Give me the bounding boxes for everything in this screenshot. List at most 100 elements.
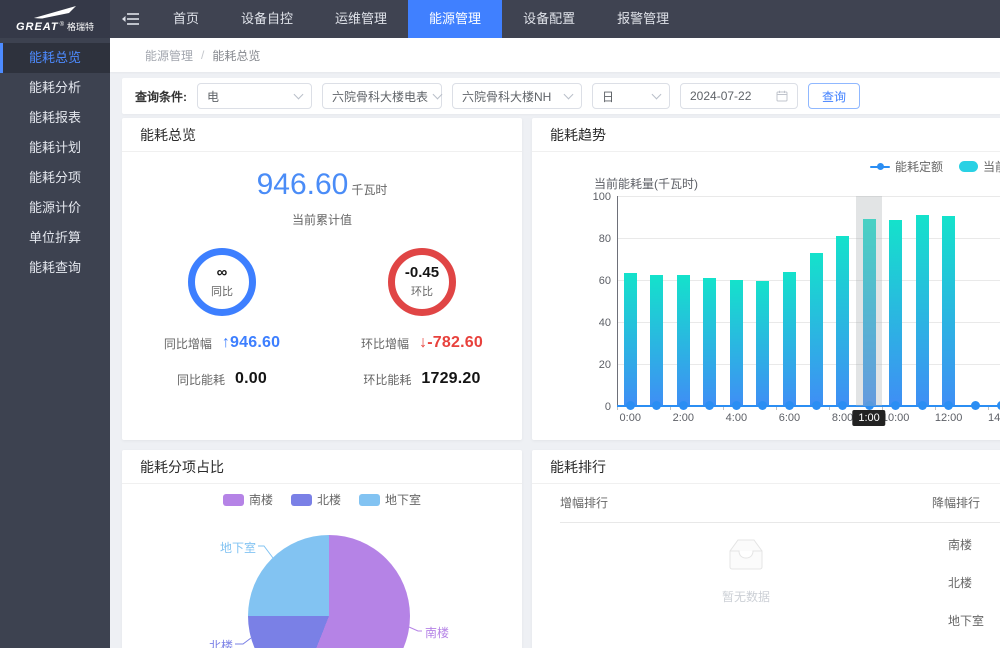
pie-legend-item-南楼[interactable]: 南楼 — [223, 491, 273, 508]
pie-legend-label: 地下室 — [385, 491, 421, 508]
page-content: 查询条件: 电 六院骨科大楼电表 六院骨科大楼NH 日 2024-07-22 查询 能… — [110, 72, 1000, 648]
query-select-3[interactable]: 日 — [592, 83, 670, 109]
bar-4:00[interactable] — [730, 280, 743, 406]
bar-7:00[interactable] — [810, 253, 823, 406]
quota-dot — [652, 401, 661, 410]
chevron-down-icon — [433, 89, 443, 99]
breadcrumb: 能源管理 / 能耗总览 — [110, 38, 1000, 72]
x-tick-label: 12:00 — [935, 412, 963, 424]
bar-0:00[interactable] — [624, 273, 637, 406]
sidebar-item-能耗报表[interactable]: 能耗报表 — [0, 103, 110, 133]
query-select-2[interactable]: 六院骨科大楼NH — [452, 83, 582, 109]
sidebar: 能耗总览能耗分析能耗报表能耗计划能耗分项能源计价单位折算能耗查询 — [0, 38, 110, 648]
logo-text: GREAT — [16, 21, 59, 33]
rank-down-column: 降幅排行 南楼北楼地下室 — [932, 494, 1000, 628]
y-axis-title: 当前能耗量(千瓦时) — [594, 175, 698, 192]
x-tick-label: 4:00 — [726, 412, 747, 424]
breadcrumb-separator: / — [201, 48, 204, 62]
chevron-down-icon — [564, 89, 574, 99]
legend-label: 能耗定额 — [895, 158, 943, 175]
nav-item-报警管理[interactable]: 报警管理 — [596, 0, 690, 38]
bar-10:00[interactable] — [889, 220, 902, 406]
divider — [560, 522, 932, 523]
bar-2:00[interactable] — [677, 275, 690, 406]
nav-item-运维管理[interactable]: 运维管理 — [314, 0, 408, 38]
rank-up-header: 增幅排行 — [560, 494, 932, 511]
bar-12:00[interactable] — [942, 216, 955, 406]
quota-dot — [679, 401, 688, 410]
rank-up-column: 增幅排行 暂无数据 — [560, 494, 932, 605]
pie-legend-item-地下室[interactable]: 地下室 — [359, 491, 421, 508]
mom-ring-value: -0.45 — [405, 265, 439, 280]
sidebar-item-能耗分项[interactable]: 能耗分项 — [0, 163, 110, 193]
nav-item-设备配置[interactable]: 设备配置 — [502, 0, 596, 38]
sidebar-item-能耗查询[interactable]: 能耗查询 — [0, 253, 110, 283]
bar-11:00[interactable] — [916, 215, 929, 406]
query-select-1[interactable]: 六院骨科大楼电表 — [322, 83, 442, 109]
bar-6:00[interactable] — [783, 272, 796, 406]
nav-item-设备自控[interactable]: 设备自控 — [220, 0, 314, 38]
line-legend-icon — [870, 166, 890, 168]
bar-3:00[interactable] — [703, 278, 716, 406]
nav-item-能源管理[interactable]: 能源管理 — [408, 0, 502, 38]
breadcrumb-parent[interactable]: 能源管理 — [145, 47, 193, 64]
total-value: 946.60千瓦时 — [122, 168, 522, 202]
y-tick-label: 60 — [579, 275, 611, 287]
trend-panel: 能耗趋势 能耗定额当前能耗 当前能耗量(千瓦时) 020406080100 0:… — [532, 118, 1000, 440]
sidebar-item-能耗分析[interactable]: 能耗分析 — [0, 73, 110, 103]
x-tick-label: 6:00 — [779, 412, 800, 424]
rank-item-南楼: 南楼 — [932, 538, 1000, 552]
quota-dot — [918, 401, 927, 410]
logo-wordmark: GREAT ® 格瑞特 — [16, 20, 94, 33]
select-value: 电 — [207, 88, 219, 105]
query-label: 查询条件: — [135, 88, 187, 105]
rank-panel: 能耗排行 增幅排行 暂无数据 降幅排行 南楼北楼地下室 — [532, 450, 1000, 648]
ratio-rings: ∞ 同比 -0.45 环比 — [122, 248, 522, 316]
yoy-ring: ∞ 同比 — [188, 248, 256, 316]
chevron-down-icon — [652, 89, 662, 99]
bar-8:00[interactable] — [836, 236, 849, 406]
total-value-number: 946.60 — [257, 168, 349, 201]
brand-logo[interactable]: GREAT ® 格瑞特 — [0, 0, 110, 38]
breadcrumb-current: 能耗总览 — [212, 47, 260, 64]
trend-plot[interactable]: 020406080100 — [617, 196, 1000, 406]
topnav-menu: 首页设备自控运维管理能源管理设备配置报警管理 — [152, 0, 690, 38]
x-tick-label: 8:00 — [832, 412, 853, 424]
y-tick-label: 40 — [579, 317, 611, 329]
yoy-ring-label: 同比 — [211, 283, 233, 299]
legend-item-能耗定额[interactable]: 能耗定额 — [870, 158, 943, 175]
bar-5:00[interactable] — [756, 281, 769, 406]
up-arrow-icon: ↑ — [222, 334, 230, 351]
bar-1:00[interactable] — [650, 275, 663, 406]
nav-item-首页[interactable]: 首页 — [152, 0, 220, 38]
mom-growth-value: ↓-782.60 — [419, 334, 483, 352]
quota-dot — [944, 401, 953, 410]
pie-legend-item-北楼[interactable]: 北楼 — [291, 491, 341, 508]
empty-state: 暂无数据 — [560, 536, 932, 605]
rank-down-header: 降幅排行 — [932, 494, 1000, 511]
sidebar-item-能耗计划[interactable]: 能耗计划 — [0, 133, 110, 163]
date-picker[interactable]: 2024-07-22 — [680, 83, 798, 109]
overview-title: 能耗总览 — [122, 118, 522, 152]
sidebar-item-单位折算[interactable]: 单位折算 — [0, 223, 110, 253]
query-select-0[interactable]: 电 — [197, 83, 312, 109]
sidebar-item-能源计价[interactable]: 能源计价 — [0, 193, 110, 223]
calendar-icon — [776, 90, 788, 102]
search-button[interactable]: 查询 — [808, 83, 860, 109]
yoy-growth-label: 同比增幅 — [164, 335, 212, 352]
trend-title: 能耗趋势 — [532, 118, 1000, 152]
pie-chart[interactable] — [248, 535, 410, 648]
y-axis-line — [617, 196, 618, 406]
pie-panel: 能耗分项占比 南楼北楼地下室 地下室 南楼 北楼 — [122, 450, 522, 648]
sidebar-item-能耗总览[interactable]: 能耗总览 — [0, 43, 110, 73]
total-value-caption: 当前累计值 — [122, 211, 522, 228]
x-tick-label: 10:00 — [882, 412, 910, 424]
logo-chinese-name: 格瑞特 — [67, 20, 94, 33]
pie-callout-north: 北楼 — [207, 637, 233, 648]
rank-down-list: 南楼北楼地下室 — [932, 538, 1000, 628]
menu-fold-icon[interactable] — [110, 0, 152, 38]
select-value: 六院骨科大楼电表 — [332, 88, 428, 105]
legend-item-当前能耗[interactable]: 当前能耗 — [959, 158, 1000, 175]
y-tick-label: 0 — [579, 401, 611, 413]
x-tick-label: 0:00 — [620, 412, 641, 424]
